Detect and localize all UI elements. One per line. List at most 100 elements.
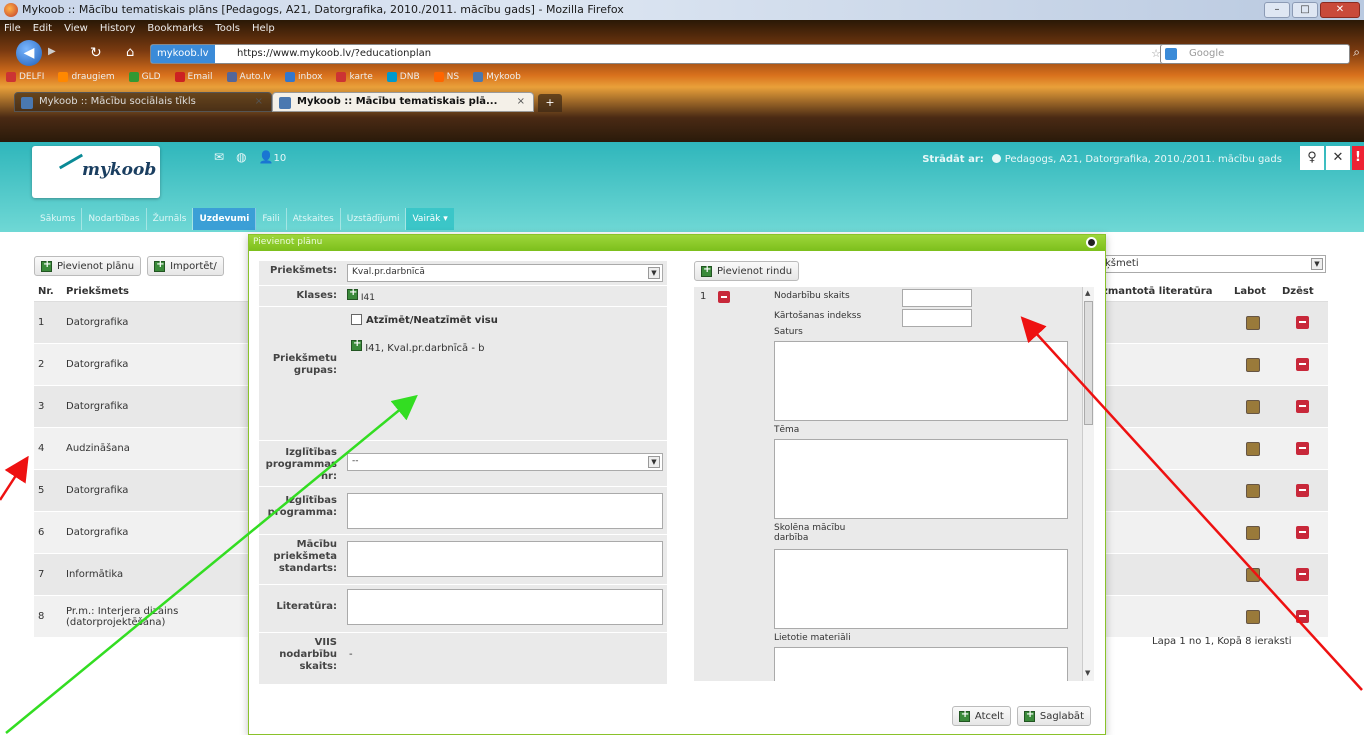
col-delete: Dzēst — [1282, 286, 1314, 297]
pin-icon[interactable]: ♀ — [1300, 146, 1324, 170]
cancel-button[interactable]: Atcelt — [951, 706, 1011, 726]
chevron-down-icon[interactable]: ▼ — [648, 456, 660, 468]
standard-input[interactable] — [347, 541, 663, 577]
reload-icon[interactable]: ↻ — [90, 45, 102, 61]
student-activity-textarea[interactable] — [774, 549, 1068, 629]
globe-icon[interactable]: ◍ — [236, 150, 246, 164]
close-tab-icon[interactable]: × — [517, 96, 525, 107]
bookmark-item[interactable]: DNB — [386, 72, 420, 82]
close-dialog-icon[interactable] — [1086, 237, 1097, 248]
url-text[interactable]: https://www.mykoob.lv/?educationplan — [237, 48, 431, 59]
delete-icon[interactable] — [1296, 526, 1309, 539]
edit-icon[interactable] — [1246, 525, 1260, 540]
menu-file[interactable]: File — [4, 23, 21, 34]
bookmark-item[interactable]: draugiem — [58, 72, 115, 82]
menu-view[interactable]: View — [64, 23, 88, 34]
nav-tasks[interactable]: Uzdevumi — [193, 208, 257, 230]
materials-textarea[interactable] — [774, 647, 1068, 681]
menu-history[interactable]: History — [100, 23, 136, 34]
tab-education-plan[interactable]: Mykoob :: Mācību tematiskais plā... × — [272, 92, 534, 112]
nav-home[interactable]: Sākums — [34, 208, 83, 230]
chevron-down-icon[interactable]: ▼ — [1311, 258, 1323, 270]
search-input[interactable]: Google — [1160, 44, 1350, 64]
delete-row-icon[interactable] — [718, 291, 730, 303]
bookmark-item[interactable]: inbox — [284, 72, 322, 82]
topic-textarea[interactable] — [774, 439, 1068, 519]
tab-social[interactable]: Mykoob :: Mācību sociālais tīkls × — [14, 92, 272, 112]
lesson-count-input[interactable] — [902, 289, 972, 307]
toggle-all-row[interactable]: Atzīmēt/Neatzīmēt visu — [351, 314, 663, 326]
close-window-button[interactable]: ✕ — [1320, 2, 1360, 18]
subject-filter-select[interactable]: ķšmeti ▼ — [1100, 255, 1326, 273]
new-tab-button[interactable]: + — [538, 94, 562, 112]
delete-icon[interactable] — [1296, 610, 1309, 623]
edit-icon[interactable] — [1246, 399, 1260, 414]
edit-icon[interactable] — [1246, 609, 1260, 624]
group-item[interactable]: I41, Kval.pr.darbnīcā - b — [351, 338, 663, 354]
menu-bookmarks[interactable]: Bookmarks — [147, 23, 203, 34]
home-icon[interactable]: ⌂ — [126, 45, 134, 60]
bookmark-item[interactable]: DELFI — [6, 72, 44, 82]
search-icon[interactable]: ⌕ — [1353, 45, 1360, 60]
users-icon[interactable]: 👤10 — [259, 150, 287, 164]
scroll-thumb[interactable] — [1084, 301, 1093, 425]
delete-icon[interactable] — [1296, 358, 1309, 371]
delete-icon[interactable] — [1296, 568, 1309, 581]
sort-index-input[interactable] — [902, 309, 972, 327]
delete-icon[interactable] — [1296, 400, 1309, 413]
site-identity-badge[interactable]: mykoob.lv — [151, 45, 215, 63]
chevron-down-icon[interactable]: ▼ — [648, 267, 660, 279]
work-as-value[interactable]: Pedagogs, A21, Datorgrafika, 2010./2011.… — [1005, 154, 1282, 165]
toggle-all-checkbox[interactable] — [351, 314, 362, 325]
literature-input[interactable] — [347, 589, 663, 625]
menu-edit[interactable]: Edit — [33, 23, 52, 34]
back-button[interactable]: ◀ — [16, 40, 42, 66]
delete-icon[interactable] — [1296, 484, 1309, 497]
bookmark-item[interactable]: karte — [336, 72, 373, 82]
edit-icon[interactable] — [1246, 315, 1260, 330]
minimize-button[interactable]: – — [1264, 2, 1290, 18]
bookmark-label: DELFI — [19, 72, 45, 82]
settings-icon[interactable]: ✕ — [1326, 146, 1350, 170]
logout-icon[interactable]: ! — [1352, 146, 1364, 170]
nav-reports[interactable]: Atskaites — [287, 208, 341, 230]
mail-icon[interactable]: ✉ — [214, 150, 224, 164]
scroll-down-icon[interactable]: ▼ — [1085, 669, 1090, 677]
nav-journal[interactable]: Žurnāls — [147, 208, 194, 230]
close-tab-icon[interactable]: × — [255, 96, 263, 107]
menu-tools[interactable]: Tools — [215, 23, 240, 34]
edit-icon[interactable] — [1246, 441, 1260, 456]
import-button[interactable]: Importēt/ — [147, 256, 224, 276]
bookmark-item[interactable]: NS — [433, 72, 459, 82]
group-checked-icon[interactable] — [351, 338, 362, 351]
edit-icon[interactable] — [1246, 483, 1260, 498]
delete-icon[interactable] — [1296, 316, 1309, 329]
search-engine-icon[interactable] — [1165, 48, 1177, 60]
subject-select[interactable]: Kval.pr.darbnīcā ▼ — [347, 264, 663, 282]
scroll-up-icon[interactable]: ▲ — [1085, 289, 1090, 297]
program-nr-select[interactable]: -- ▼ — [347, 453, 663, 471]
delete-icon[interactable] — [1296, 442, 1309, 455]
edit-icon[interactable] — [1246, 357, 1260, 372]
forward-button[interactable]: ▶ — [48, 46, 56, 57]
bookmark-item[interactable]: GLD — [128, 72, 161, 82]
bookmark-item[interactable]: Mykoob — [473, 72, 521, 82]
nav-files[interactable]: Faili — [256, 208, 287, 230]
url-bar[interactable]: mykoob.lv https://www.mykoob.lv/?educati… — [150, 44, 1230, 64]
add-row-button[interactable]: Pievienot rindu — [694, 261, 800, 281]
nav-settings[interactable]: Uzstādījumi — [341, 208, 407, 230]
content-textarea[interactable] — [774, 341, 1068, 421]
nav-more[interactable]: Vairāk ▾ — [406, 208, 454, 230]
bookmark-item[interactable]: Email — [174, 72, 213, 82]
materials-label: Lietotie materiāli — [774, 633, 851, 643]
program-input[interactable] — [347, 493, 663, 529]
mykoob-logo[interactable]: mykoob — [32, 146, 160, 198]
save-button[interactable]: Saglabāt — [1016, 706, 1091, 726]
edit-icon[interactable] — [1246, 567, 1260, 582]
maximize-button[interactable]: □ — [1292, 2, 1318, 18]
menu-help[interactable]: Help — [252, 23, 275, 34]
rows-scrollbar[interactable]: ▲ ▼ — [1082, 287, 1094, 681]
add-plan-button[interactable]: Pievienot plānu — [34, 256, 142, 276]
bookmark-item[interactable]: Auto.lv — [226, 72, 271, 82]
nav-lessons[interactable]: Nodarbības — [82, 208, 147, 230]
